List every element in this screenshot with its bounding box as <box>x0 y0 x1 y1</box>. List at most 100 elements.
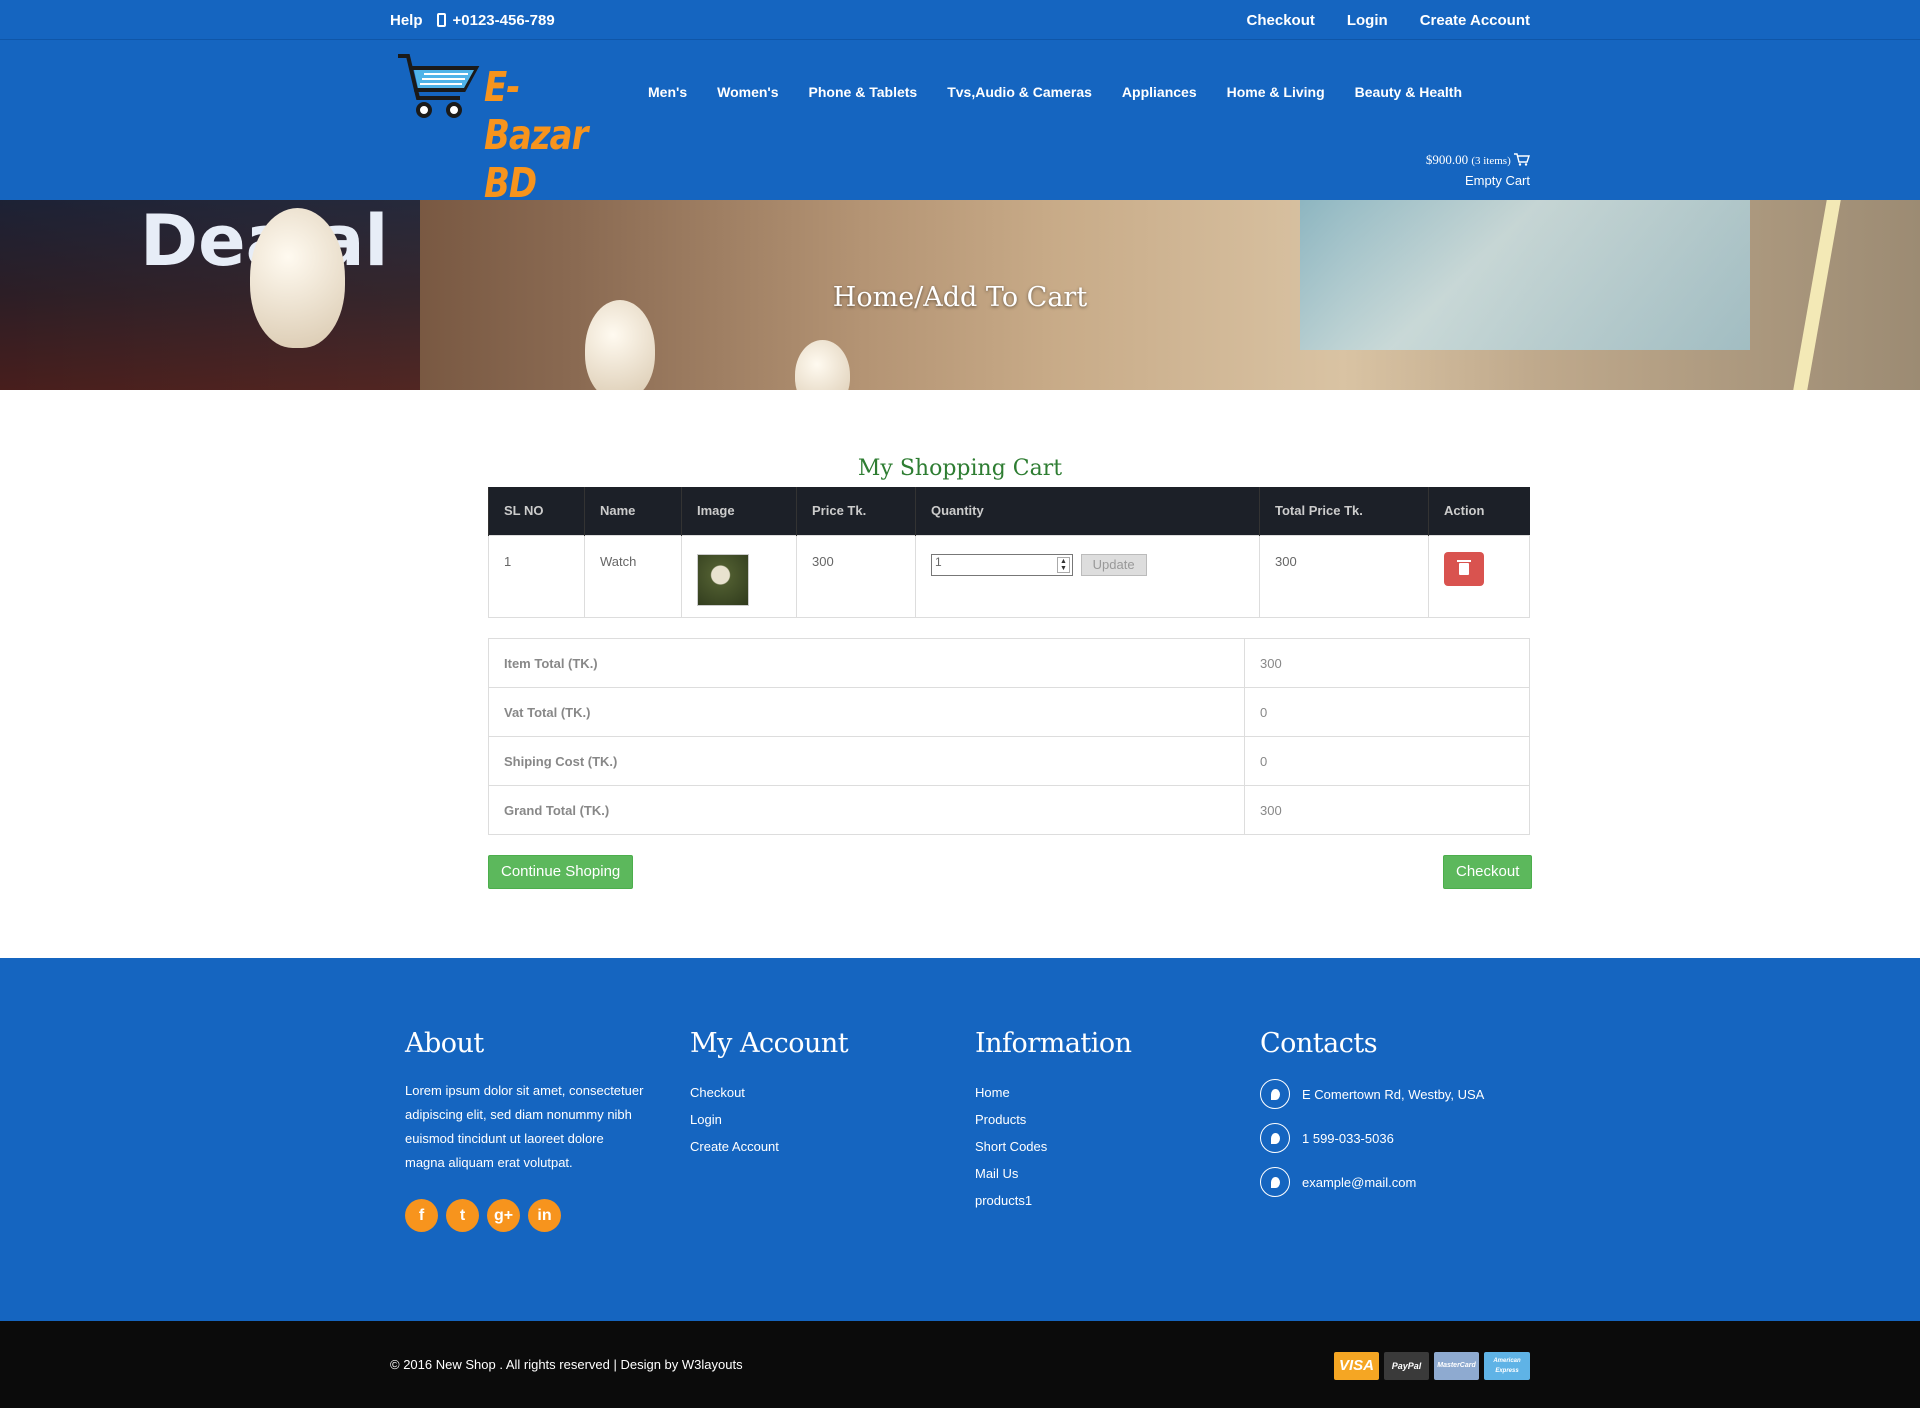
top-login-link[interactable]: Login <box>1347 12 1388 29</box>
footer-products1-link[interactable]: products1 <box>975 1187 1215 1214</box>
site-header: E-Bazar BD Men's Women's Phone & Tablets… <box>0 40 1920 208</box>
footer-home-link[interactable]: Home <box>975 1079 1215 1106</box>
banner-breadcrumb-title: Home/Add To Cart <box>832 282 1088 313</box>
cart-title: My Shopping Cart <box>857 456 1063 481</box>
cart-total: $900.00 <box>1425 152 1469 167</box>
site-logo[interactable]: E-Bazar BD <box>394 54 614 208</box>
table-row: 1 Watch 300 1 ▲ ▼ Update 300 <box>488 534 1530 618</box>
continue-shopping-button[interactable]: Continue Shoping <box>488 855 634 889</box>
update-button[interactable]: Update <box>1080 553 1147 576</box>
footer-contacts: Contacts E Comertown Rd, Westby, USA 1 5… <box>1260 1028 1530 1211</box>
help-link[interactable]: Help <box>390 12 423 29</box>
mini-cart[interactable]: $900.00 (3 items) Empty Cart <box>1426 150 1530 190</box>
mannequin-head <box>250 208 345 348</box>
col-name: Name <box>584 487 682 535</box>
banner-skylight <box>1300 200 1750 350</box>
page-banner: Dea al Home/Add To Cart <box>0 200 1920 390</box>
table-row: Grand Total (TK.) 300 <box>488 785 1530 835</box>
quantity-value: 1 <box>935 554 942 569</box>
col-action: Action <box>1428 487 1530 535</box>
col-price: Price Tk. <box>796 487 916 535</box>
nav-home-living[interactable]: Home & Living <box>1227 84 1325 100</box>
vat-total-label: Vat Total (TK.) <box>488 687 1245 737</box>
main-nav: Men's Women's Phone & Tablets Tvs,Audio … <box>648 84 1492 100</box>
top-bar: Help +0123-456-789 Checkout Login Create… <box>0 0 1920 40</box>
google-plus-icon[interactable]: g+ <box>487 1199 520 1232</box>
location-icon <box>1260 1079 1290 1109</box>
table-row: Item Total (TK.) 300 <box>488 638 1530 688</box>
twitter-icon[interactable]: t <box>446 1199 479 1232</box>
row-total: 300 <box>1259 534 1429 618</box>
social-links: f t g+ in <box>405 1199 645 1232</box>
col-sl-no: SL NO <box>488 487 585 535</box>
footer-mail-us-link[interactable]: Mail Us <box>975 1160 1215 1187</box>
shipping-cost-value: 0 <box>1244 736 1530 786</box>
cart-item-count: (3 items) <box>1471 155 1511 167</box>
contact-email[interactable]: example@mail.com <box>1302 1175 1416 1190</box>
site-footer: About Lorem ipsum dolor sit amet, consec… <box>0 958 1920 1321</box>
cart-icon <box>1514 153 1530 166</box>
quantity-input[interactable]: 1 ▲ ▼ <box>931 553 1073 576</box>
footer-products-link[interactable]: Products <box>975 1106 1215 1133</box>
visa-icon: VISA <box>1334 1352 1379 1380</box>
mannequin-head <box>585 300 655 390</box>
quantity-stepper[interactable]: ▲ ▼ <box>1057 556 1070 573</box>
checkout-button[interactable]: Checkout <box>1443 855 1533 889</box>
footer-short-codes-link[interactable]: Short Codes <box>975 1133 1215 1160</box>
delete-button[interactable] <box>1444 551 1484 586</box>
phone-icon <box>436 13 446 27</box>
copyright-text: © 2016 New Shop . All rights reserved | … <box>390 1357 743 1372</box>
item-total-value: 300 <box>1244 638 1530 688</box>
footer-create-account-link[interactable]: Create Account <box>690 1133 930 1160</box>
linkedin-icon[interactable]: in <box>528 1199 561 1232</box>
row-price: 300 <box>796 534 916 618</box>
nav-mens[interactable]: Men's <box>648 84 687 100</box>
mannequin-head <box>795 340 850 390</box>
row-name: Watch <box>584 534 682 618</box>
footer-login-link[interactable]: Login <box>690 1106 930 1133</box>
facebook-icon[interactable]: f <box>405 1199 438 1232</box>
row-sl: 1 <box>488 534 585 618</box>
footer-about-title: About <box>405 1028 484 1059</box>
cart-table: SL NO Name Image Price Tk. Quantity Tota… <box>488 487 1530 618</box>
table-row: Vat Total (TK.) 0 <box>488 687 1530 737</box>
nav-beauty-health[interactable]: Beauty & Health <box>1355 84 1462 100</box>
copyright-bar: © 2016 New Shop . All rights reserved | … <box>0 1321 1920 1408</box>
shipping-cost-label: Shiping Cost (TK.) <box>488 736 1245 786</box>
paypal-icon: PayPal <box>1384 1352 1429 1380</box>
logo-text: E-Bazar BD <box>484 64 588 208</box>
item-total-label: Item Total (TK.) <box>488 638 1245 688</box>
contact-address: E Comertown Rd, Westby, USA <box>1302 1086 1485 1102</box>
grand-total-value: 300 <box>1244 785 1530 835</box>
table-row: Shiping Cost (TK.) 0 <box>488 736 1530 786</box>
col-image: Image <box>681 487 797 535</box>
phone-number: +0123-456-789 <box>452 11 555 29</box>
amex-icon: American Express <box>1484 1352 1530 1380</box>
footer-contacts-title: Contacts <box>1260 1028 1378 1059</box>
footer-account: My Account Checkout Login Create Account <box>690 1028 930 1160</box>
top-create-account-link[interactable]: Create Account <box>1420 12 1530 29</box>
grand-total-label: Grand Total (TK.) <box>488 785 1245 835</box>
mail-icon <box>1260 1167 1290 1197</box>
vat-total-value: 0 <box>1244 687 1530 737</box>
empty-cart-link[interactable]: Empty Cart <box>1426 171 1530 190</box>
footer-checkout-link[interactable]: Checkout <box>690 1079 930 1106</box>
contact-phone: 1 599-033-5036 <box>1302 1130 1394 1146</box>
footer-account-title: My Account <box>690 1028 849 1059</box>
product-thumbnail[interactable] <box>697 553 749 606</box>
footer-information-title: Information <box>975 1028 1132 1059</box>
footer-about: About Lorem ipsum dolor sit amet, consec… <box>405 1028 645 1232</box>
col-total-price: Total Price Tk. <box>1259 487 1429 535</box>
top-checkout-link[interactable]: Checkout <box>1247 12 1315 29</box>
nav-womens[interactable]: Women's <box>717 84 778 100</box>
trash-icon <box>1457 559 1471 575</box>
nav-phone-tablets[interactable]: Phone & Tablets <box>809 84 918 100</box>
cart-logo-icon <box>398 54 480 118</box>
nav-appliances[interactable]: Appliances <box>1122 84 1197 100</box>
mastercard-icon: MasterCard <box>1434 1352 1479 1380</box>
totals-table: Item Total (TK.) 300 Vat Total (TK.) 0 Shi… <box>488 638 1530 835</box>
cart-header-row: SL NO Name Image Price Tk. Quantity Tota… <box>488 487 1530 535</box>
nav-tvs-audio-cameras[interactable]: Tvs,Audio & Cameras <box>947 84 1092 100</box>
footer-information: Information Home Products Short Codes Ma… <box>975 1028 1215 1214</box>
phone-icon <box>1260 1123 1290 1153</box>
